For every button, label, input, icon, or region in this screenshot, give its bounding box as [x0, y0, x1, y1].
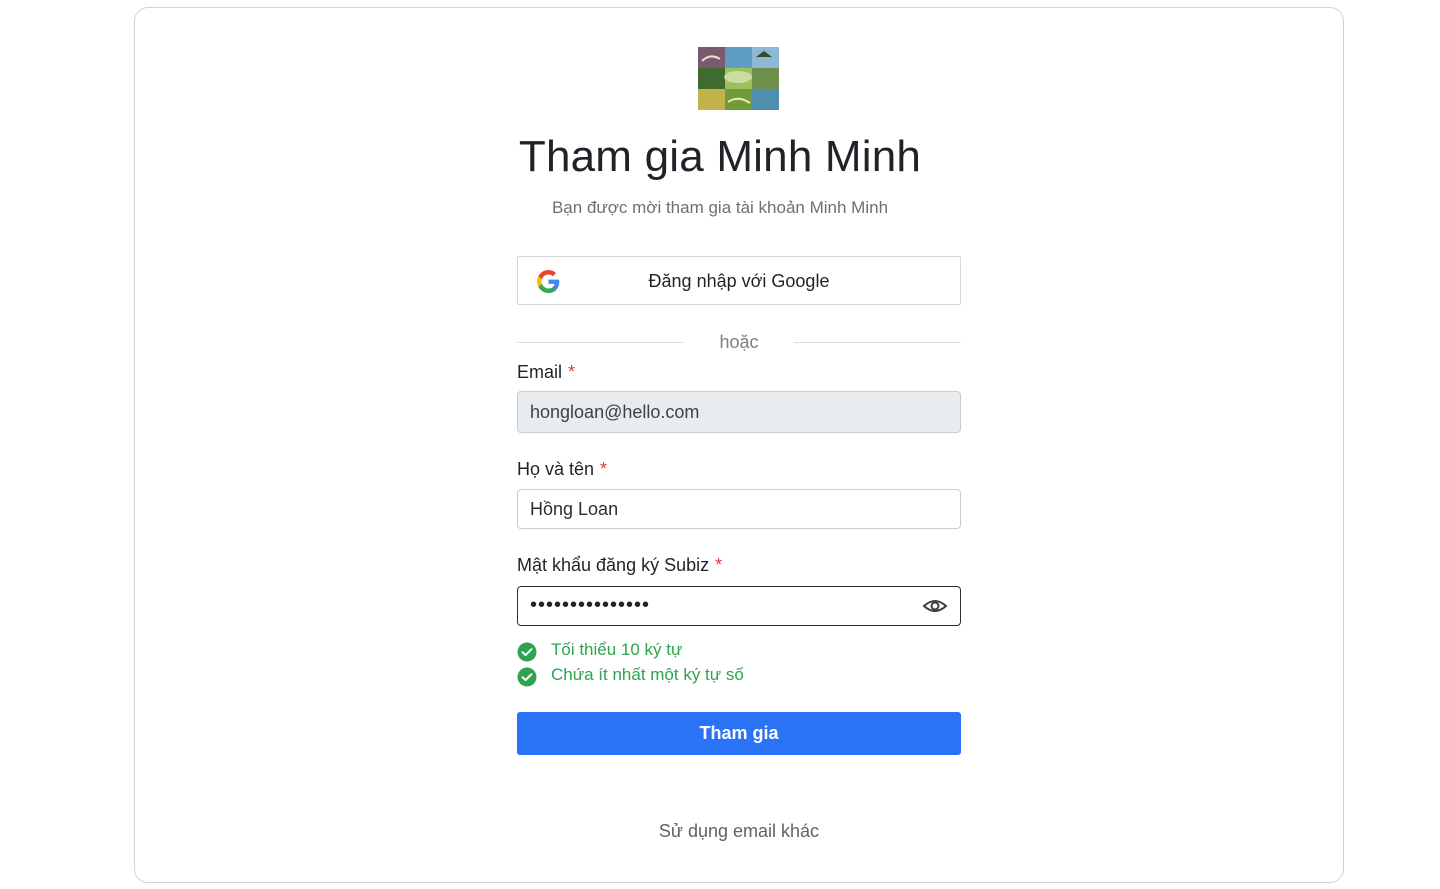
- required-mark: *: [568, 362, 576, 382]
- required-mark: *: [600, 459, 608, 479]
- password-label: Mật khẩu đăng ký Subiz *: [517, 555, 722, 576]
- fullname-label-text: Họ và tên: [517, 459, 595, 479]
- email-label-text: Email: [517, 362, 563, 382]
- fullname-field[interactable]: [517, 489, 961, 529]
- email-field[interactable]: [517, 391, 961, 433]
- google-signin-label: Đăng nhập với Google: [648, 271, 830, 291]
- password-field[interactable]: [517, 586, 961, 626]
- google-signin-button[interactable]: Đăng nhập với Google: [517, 256, 961, 305]
- email-label: Email *: [517, 362, 575, 383]
- check-circle-icon: [517, 667, 537, 687]
- eye-icon[interactable]: [922, 596, 948, 616]
- check-circle-icon: [517, 642, 537, 662]
- divider-or-text: hoặc: [719, 332, 759, 352]
- page-subtitle: Bạn được mời tham gia tài khoản Minh Min…: [551, 198, 889, 217]
- use-other-email-link[interactable]: Sử dụng email khác: [0, 821, 1440, 842]
- fullname-label: Họ và tên *: [517, 459, 607, 480]
- rule-text: Chứa ít nhất một ký tự số: [551, 665, 744, 684]
- brand-logo: [698, 47, 779, 110]
- rule-text: Tối thiểu 10 ký tự: [551, 640, 683, 659]
- page-title: Tham gia Minh Minh: [518, 132, 922, 181]
- join-button[interactable]: Tham gia: [517, 712, 961, 755]
- required-mark: *: [715, 555, 723, 575]
- password-label-text: Mật khẩu đăng ký Subiz: [517, 555, 710, 575]
